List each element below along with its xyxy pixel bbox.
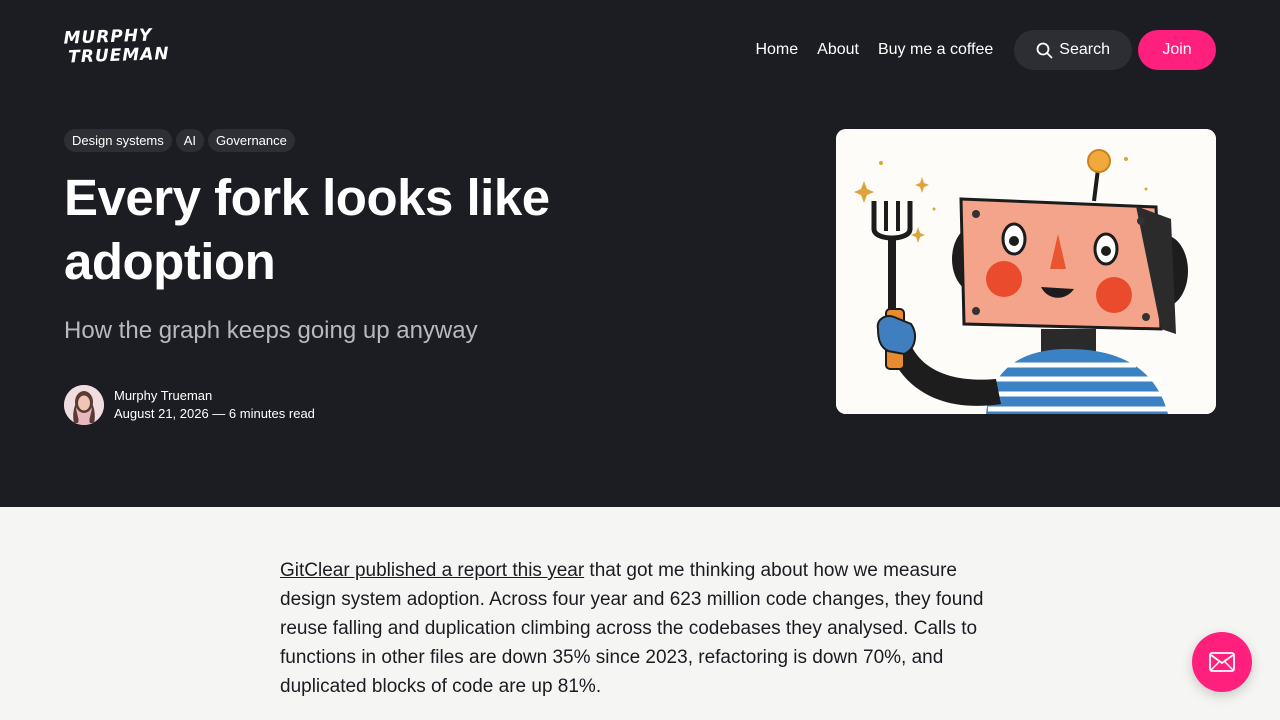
author-info: Murphy Trueman August 21, 2026 — 6 minut… bbox=[114, 387, 315, 423]
post-meta: August 21, 2026 — 6 minutes read bbox=[114, 406, 315, 421]
gitclear-report-link[interactable]: GitClear published a report this year bbox=[280, 560, 584, 581]
author-name[interactable]: Murphy Trueman bbox=[114, 387, 315, 405]
search-button[interactable]: Search bbox=[1014, 30, 1132, 70]
logo-line-2: TRUEMAN bbox=[67, 43, 170, 68]
hero-section: MURPHY TRUEMAN Home About Buy me a coffe… bbox=[0, 0, 1280, 507]
subscribe-mail-button[interactable] bbox=[1192, 632, 1252, 692]
nav-home-link[interactable]: Home bbox=[755, 41, 798, 59]
article-paragraph: GitClear published a report this year th… bbox=[280, 556, 1000, 701]
search-icon bbox=[1036, 42, 1053, 58]
main-nav: Home About Buy me a coffee Search Join bbox=[755, 30, 1216, 70]
author-block: Murphy Trueman August 21, 2026 — 6 minut… bbox=[64, 385, 315, 425]
tag-ai[interactable]: AI bbox=[175, 129, 205, 152]
site-logo[interactable]: MURPHY TRUEMAN bbox=[63, 26, 170, 73]
post-tags: Design systems AI Governance bbox=[64, 129, 299, 152]
search-button-label: Search bbox=[1059, 41, 1110, 58]
author-avatar[interactable] bbox=[64, 385, 104, 425]
post-subtitle: How the graph keeps going up anyway bbox=[64, 317, 478, 344]
article-body: GitClear published a report this year th… bbox=[280, 556, 1000, 701]
nav-coffee-link[interactable]: Buy me a coffee bbox=[878, 41, 993, 59]
post-title: Every fork looks like adoption bbox=[64, 169, 550, 290]
join-button[interactable]: Join bbox=[1138, 30, 1216, 70]
nav-about-link[interactable]: About bbox=[817, 41, 859, 59]
tag-design-systems[interactable]: Design systems bbox=[64, 129, 172, 152]
mail-icon bbox=[1209, 652, 1235, 672]
tag-governance[interactable]: Governance bbox=[208, 129, 295, 152]
feature-illustration bbox=[836, 129, 1216, 414]
